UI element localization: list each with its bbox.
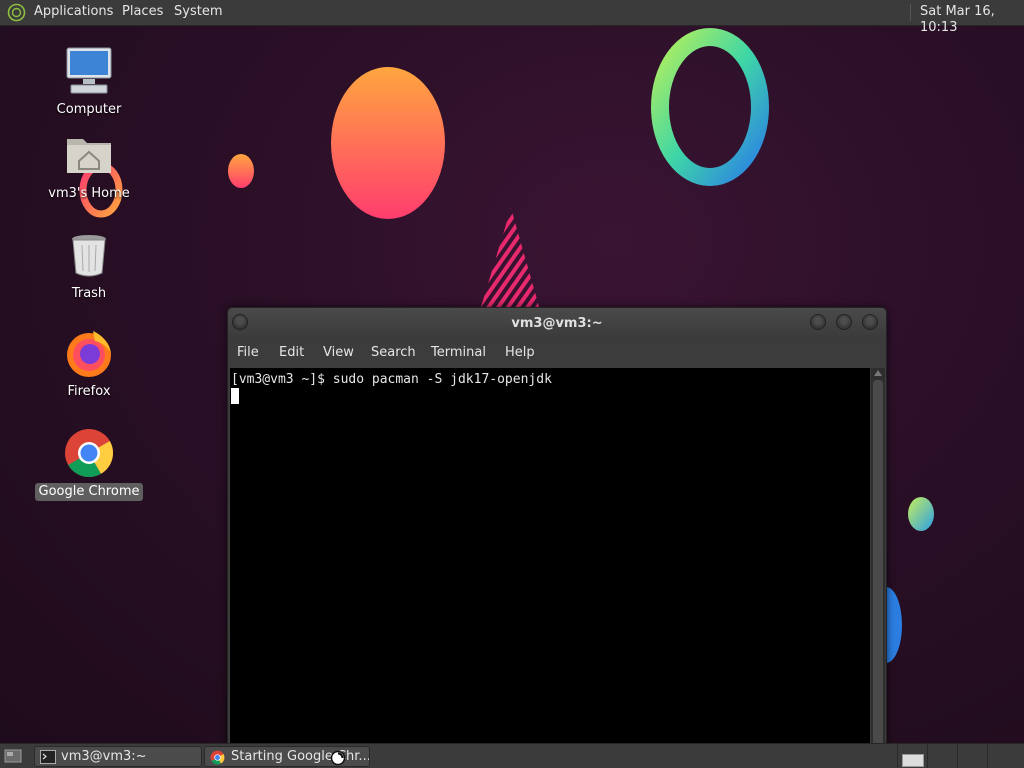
trash-icon [63,229,115,281]
window-title: vm3@vm3:~ [511,316,603,331]
menu-edit[interactable]: Edit [279,345,304,360]
scrollbar[interactable] [871,368,885,748]
taskbar-item-label: Starting Google Chr... [231,749,370,764]
top-panel: Applications Places System Sat Mar 16, 1… [0,0,1024,35]
desktop-icon-trash[interactable]: Trash [34,229,144,303]
desktop-icon-label: Google Chrome [34,483,144,501]
menu-help[interactable]: Help [505,345,535,360]
chrome-icon [63,427,115,479]
bottom-panel: vm3@vm3:~ Starting Google Chr... [0,743,1024,768]
scroll-up-arrow-icon[interactable] [874,370,882,376]
desktop-icon-computer[interactable]: Computer [34,45,144,119]
menu-search[interactable]: Search [371,345,416,360]
computer-icon [63,45,115,97]
desktop-icon-firefox[interactable]: Firefox [34,327,144,401]
clock[interactable]: Sat Mar 16, 10:13 [920,4,1024,36]
firefox-icon [63,327,115,379]
desktop-icon-label: Computer [56,102,122,117]
minimize-button[interactable] [810,314,826,330]
close-button[interactable] [862,314,878,330]
title-bar[interactable]: vm3@vm3:~ [228,308,886,340]
busy-cursor-icon [330,750,346,768]
workspace-1[interactable] [897,744,927,768]
distro-logo-icon[interactable] [7,3,26,26]
terminal-icon [40,750,56,766]
taskbar-item-label: vm3@vm3:~ [61,749,147,764]
workspace-window-thumbnail [902,754,924,767]
menu-places[interactable]: Places [122,4,163,20]
terminal-command-line: [vm3@vm3 ~]$ sudo pacman -S jdk17-openjd… [231,372,552,387]
menu-view[interactable]: View [323,345,354,360]
terminal-menubar: File Edit View Search Terminal Help [228,340,886,366]
home-folder-icon [63,129,115,181]
menu-terminal[interactable]: Terminal [431,345,486,360]
text-cursor [231,388,239,404]
workspace-3[interactable] [957,744,987,768]
workspace-2[interactable] [927,744,957,768]
panel-separator [910,4,911,21]
desktop-icon-chrome[interactable]: Google Chrome [34,427,144,501]
menu-file[interactable]: File [237,345,259,360]
menu-system[interactable]: System [174,4,222,20]
chrome-icon [210,750,225,766]
terminal-screen[interactable]: [vm3@vm3 ~]$ sudo pacman -S jdk17-openjd… [230,368,870,748]
terminal-window[interactable]: vm3@vm3:~ File Edit View Search Terminal… [227,307,887,749]
maximize-button[interactable] [836,314,852,330]
desktop-icon-label: Trash [71,286,107,301]
taskbar-item-terminal[interactable]: vm3@vm3:~ [34,746,202,767]
desktop-icon-label: Firefox [67,384,111,399]
scrollbar-thumb[interactable] [873,380,883,746]
show-desktop-icon[interactable] [4,748,22,768]
workspace-4[interactable] [987,744,1024,768]
menu-applications[interactable]: Applications [34,4,113,20]
desktop-icon-home[interactable]: vm3's Home [34,129,144,203]
desktop-icon-label: vm3's Home [48,186,130,201]
